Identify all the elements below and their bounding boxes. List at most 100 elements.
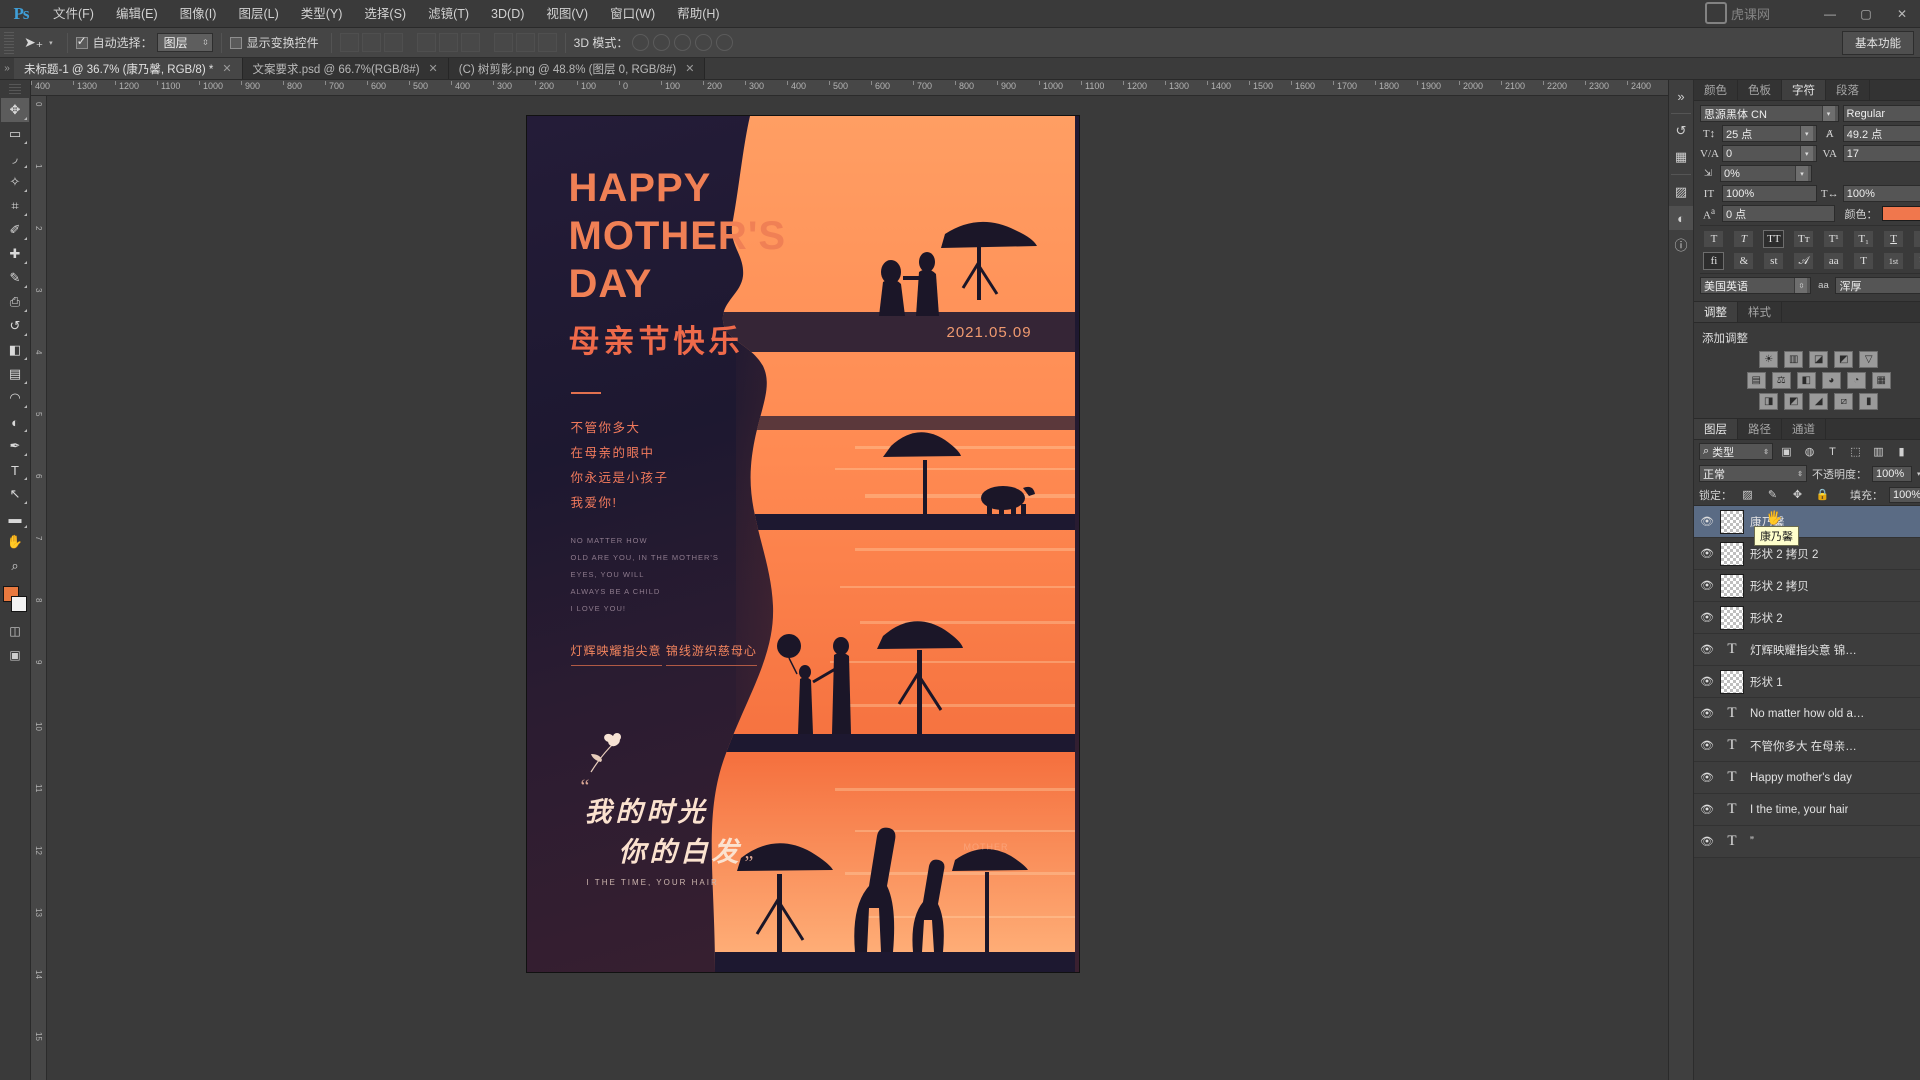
- 3d-slide-icon[interactable]: [695, 34, 713, 51]
- tab-adjustments[interactable]: 调整: [1694, 302, 1738, 322]
- layer-thumbnail[interactable]: [1720, 573, 1744, 598]
- chevron-down-icon[interactable]: ▾: [1821, 106, 1835, 121]
- filter-shape-layers-icon[interactable]: ⬚: [1846, 443, 1865, 460]
- tab-layers[interactable]: 图层: [1694, 419, 1738, 439]
- threshold-icon[interactable]: ◢: [1809, 393, 1829, 410]
- ordinals-button[interactable]: 1st: [1883, 252, 1905, 270]
- color-swatches[interactable]: [1, 586, 29, 616]
- all-caps-button[interactable]: TT: [1763, 230, 1785, 248]
- spot-healing-brush-tool[interactable]: ✚: [1, 242, 29, 266]
- tools-panel-grip[interactable]: [9, 84, 21, 94]
- strikethrough-button[interactable]: Ŧ: [1913, 230, 1920, 248]
- menu-file[interactable]: 文件(F): [42, 0, 105, 28]
- quick-mask-toggle-icon[interactable]: ◫: [4, 622, 26, 640]
- contextual-alternates-button[interactable]: &: [1733, 252, 1755, 270]
- tab-character[interactable]: 字符: [1782, 80, 1826, 100]
- tab-bar-grip[interactable]: »: [0, 58, 14, 79]
- minimize-button[interactable]: —: [1812, 0, 1848, 28]
- dodge-tool[interactable]: ◐: [1, 410, 29, 434]
- chevron-down-icon[interactable]: ▾: [1795, 166, 1808, 181]
- kerning-field[interactable]: 0 ▾: [1722, 145, 1817, 162]
- superscript-button[interactable]: T¹: [1823, 230, 1845, 248]
- 3d-scale-icon[interactable]: [716, 34, 734, 51]
- horizontal-type-tool[interactable]: T: [1, 458, 29, 482]
- marquee-tool[interactable]: ▭: [1, 122, 29, 146]
- curves-icon[interactable]: ◪: [1809, 351, 1829, 368]
- table-row[interactable]: 👁 T ”: [1694, 826, 1920, 858]
- oldstyle-button[interactable]: aa: [1823, 252, 1845, 270]
- options-bar-grip[interactable]: [4, 31, 14, 54]
- layer-name[interactable]: 形状 2 拷贝: [1750, 578, 1809, 594]
- window-controls[interactable]: — ▢ ✕: [1812, 0, 1920, 28]
- channel-mixer-icon[interactable]: ◔: [1846, 372, 1866, 389]
- table-row[interactable]: 👁 T Happy mother's day: [1694, 762, 1920, 794]
- filter-adjustment-layers-icon[interactable]: ◍: [1800, 443, 1819, 460]
- layer-filter-type-select[interactable]: ⌕ 类型 ⇳: [1699, 443, 1773, 460]
- text-layer-icon[interactable]: T: [1720, 798, 1744, 822]
- text-color-swatch[interactable]: [1881, 206, 1920, 221]
- adjustments-panel-icon[interactable]: ◐: [1669, 206, 1693, 230]
- table-row[interactable]: 👁 形状 2: [1694, 602, 1920, 634]
- layer-visibility-icon[interactable]: 👁: [1694, 515, 1720, 528]
- quick-selection-tool[interactable]: ✧: [1, 170, 29, 194]
- distribute-center-icon[interactable]: [515, 33, 535, 52]
- vertical-ruler[interactable]: 012345678910111213141516: [31, 96, 47, 1080]
- color-balance-icon[interactable]: ⚖: [1771, 372, 1791, 389]
- document-tab-untitled-1[interactable]: 未标题-1 @ 36.7% (康乃馨, RGB/8) * ✕: [14, 58, 243, 79]
- standard-ligatures-button[interactable]: fi: [1703, 252, 1725, 270]
- history-brush-tool[interactable]: ↺: [1, 314, 29, 338]
- table-row[interactable]: 👁 康乃馨 🖐 康乃馨: [1694, 506, 1920, 546]
- layer-name[interactable]: 不管你多大 在母亲…: [1750, 738, 1857, 754]
- history-panel-icon[interactable]: ↺: [1669, 119, 1693, 143]
- layer-name[interactable]: 形状 2 拷贝 2: [1750, 546, 1818, 562]
- document-tab-tree-silhouette[interactable]: (C) 树剪影.png @ 48.8% (图层 0, RGB/8#) ✕: [448, 58, 706, 79]
- invert-icon[interactable]: ◨: [1759, 393, 1779, 410]
- filter-pixel-layers-icon[interactable]: ▣: [1777, 443, 1796, 460]
- collapse-dock-icon[interactable]: »: [1669, 84, 1693, 108]
- layer-visibility-icon[interactable]: 👁: [1694, 771, 1720, 784]
- layer-name[interactable]: 形状 1: [1750, 674, 1783, 690]
- layer-name[interactable]: Happy mother's day: [1750, 772, 1852, 784]
- lock-image-pixels-icon[interactable]: ✎: [1763, 486, 1782, 503]
- lock-all-icon[interactable]: 🔒: [1813, 486, 1832, 503]
- layer-visibility-icon[interactable]: 👁: [1694, 611, 1720, 624]
- tool-preset-chevron-icon[interactable]: ▾: [47, 39, 59, 47]
- 3d-orbit-icon[interactable]: [632, 34, 650, 51]
- text-layer-icon[interactable]: T: [1720, 702, 1744, 726]
- align-top-edges-icon[interactable]: [416, 33, 436, 52]
- distribute-top-icon[interactable]: [493, 33, 513, 52]
- layer-visibility-icon[interactable]: 👁: [1694, 803, 1720, 816]
- gradient-map-icon[interactable]: ▮: [1859, 393, 1879, 410]
- tab-paragraph[interactable]: 段落: [1826, 80, 1870, 100]
- maximize-button[interactable]: ▢: [1848, 0, 1884, 28]
- text-layer-icon[interactable]: T: [1720, 830, 1744, 854]
- layer-list[interactable]: 👁 康乃馨 🖐 康乃馨 👁 形状 2 拷贝 2 👁 形状 2 拷贝 👁 形状 2…: [1694, 505, 1920, 1080]
- chevron-updown-icon[interactable]: ⇳: [1763, 448, 1769, 456]
- lock-transparent-pixels-icon[interactable]: ▨: [1738, 486, 1757, 503]
- layer-name[interactable]: No matter how old a…: [1750, 708, 1864, 720]
- move-tool[interactable]: ✥: [1, 98, 29, 122]
- menu-help[interactable]: 帮助(H): [666, 0, 730, 28]
- menu-select[interactable]: 选择(S): [353, 0, 417, 28]
- 3d-mode-buttons[interactable]: [632, 34, 734, 51]
- eraser-tool[interactable]: ◧: [1, 338, 29, 362]
- layer-thumbnail[interactable]: [1720, 509, 1744, 534]
- canvas-stage[interactable]: HAPPY MOTHER'S DAY 母亲节快乐 2021.05.09 不管你多…: [47, 96, 1668, 1080]
- tab-paths[interactable]: 路径: [1738, 419, 1782, 439]
- table-row[interactable]: 👁 形状 2 拷贝 2: [1694, 538, 1920, 570]
- align-right-edges-icon[interactable]: [383, 33, 403, 52]
- chevron-updown-icon[interactable]: ⇳: [1794, 278, 1808, 293]
- small-caps-button[interactable]: Tт: [1793, 230, 1815, 248]
- discretionary-ligatures-button[interactable]: st: [1763, 252, 1785, 270]
- align-left-edges-icon[interactable]: [339, 33, 359, 52]
- layer-name[interactable]: ”: [1750, 836, 1754, 848]
- fill-value-field[interactable]: 100%: [1889, 486, 1920, 503]
- menu-filter[interactable]: 滤镜(T): [417, 0, 480, 28]
- align-vertical-centers-icon[interactable]: [438, 33, 458, 52]
- tab-channels[interactable]: 通道: [1782, 419, 1826, 439]
- blend-mode-select[interactable]: 正常 ⇳: [1699, 465, 1807, 482]
- brightness-contrast-icon[interactable]: ☀: [1759, 351, 1779, 368]
- text-layer-icon[interactable]: T: [1720, 766, 1744, 790]
- horizontal-ruler[interactable]: 400 1300 1200 1100 1000 900 800 700 600 500 400 300…: [31, 80, 1668, 96]
- brush-tool[interactable]: ✎: [1, 266, 29, 290]
